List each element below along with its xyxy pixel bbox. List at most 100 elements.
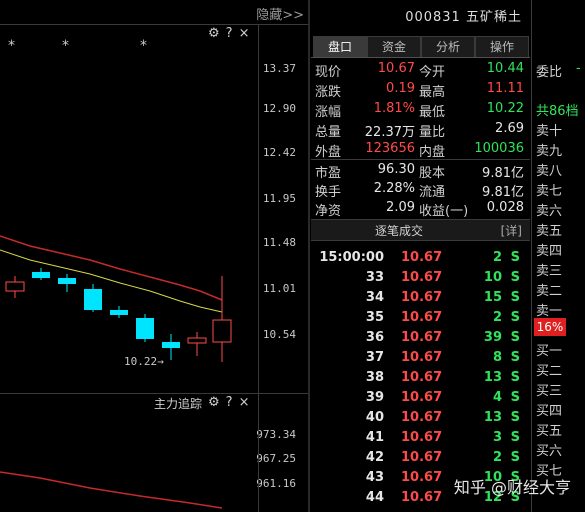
pane-divider[interactable] (308, 0, 310, 512)
trade-time: 44 (365, 490, 384, 505)
quote-row: 外盘 123656 内盘 100036 (315, 141, 524, 160)
help-icon[interactable]: ? (226, 395, 239, 410)
candle (58, 274, 76, 292)
sub-chart-title: 主力追踪 (154, 397, 203, 411)
sell-level-label: 卖十 (536, 124, 563, 139)
quote-row: 涨幅 1.81% 最低 10.22 (315, 101, 524, 120)
sub-tick: 961.16 (256, 477, 296, 490)
trade-price: 10.67 (401, 250, 443, 265)
trade-price: 10.67 (401, 330, 443, 345)
gear-icon[interactable]: ⚙ (208, 395, 226, 410)
trade-time: 43 (365, 470, 384, 485)
sell-level-label: 卖四 (536, 244, 563, 259)
price-tick: 12.90 (262, 102, 296, 115)
stock-title: 000831 五矿稀土 (405, 6, 522, 25)
price-tick: 10.54 (262, 328, 296, 341)
candle (110, 306, 128, 318)
axis-divider (258, 24, 259, 512)
trade-price: 10.67 (401, 450, 443, 465)
trade-side: S (510, 250, 520, 265)
candle (187, 332, 207, 356)
trade-price: 10.67 (401, 310, 443, 325)
quote-row: 净资 2.09 收益(一) 0.028 (315, 200, 524, 219)
trade-volume: 13 (483, 410, 502, 425)
trade-row: 35 10.67 2 S (311, 309, 530, 329)
watermark: 知乎 @财经大亨 (453, 478, 571, 497)
sub-chart-canvas[interactable] (0, 470, 258, 512)
panel-divider (0, 393, 310, 394)
sub-chart-tools[interactable]: ⚙?× (208, 395, 255, 410)
kline-chart-pane[interactable]: 隐藏>> * * * ⚙?× 13.37 12.90 12.42 11.95 1… (0, 0, 310, 512)
candle (212, 276, 232, 362)
quote-row: 现价 10.67 今开 10.44 (315, 61, 524, 80)
buy-level-label: 买三 (536, 384, 563, 399)
trade-price: 10.67 (401, 410, 443, 425)
tabs-underline (311, 57, 530, 58)
separator (311, 159, 530, 160)
sub-tick: 973.34 (256, 428, 296, 441)
price-tick: 11.01 (262, 282, 296, 295)
trade-price: 10.67 (401, 270, 443, 285)
weibi-label: 委比 (536, 65, 563, 80)
tab-zijin[interactable]: 资金 (367, 36, 421, 57)
quote-row: 涨跌 0.19 最高 11.11 (315, 81, 524, 100)
trade-side: S (510, 270, 520, 285)
candle (136, 314, 154, 342)
trade-volume: 2 (492, 310, 502, 325)
trade-time: 37 (365, 350, 384, 365)
sell-level-label: 卖六 (536, 204, 563, 219)
sell-level-label: 卖五 (536, 224, 563, 239)
trade-price: 10.67 (401, 430, 443, 445)
trade-time: 15:00:00 (319, 250, 384, 265)
candle (84, 284, 102, 312)
trade-time: 35 (365, 310, 384, 325)
order-book-pane: 委比 - 共86档 卖十 卖九 卖八 卖七 卖六 卖五 卖四 卖三 卖二 卖一 买一 买二 买三 买四 买五… (531, 0, 585, 512)
trade-price: 10.67 (401, 290, 443, 305)
buy-level-label: 买一 (536, 344, 563, 359)
candle (162, 334, 180, 360)
sell-level-label: 卖二 (536, 284, 563, 299)
buy-level-label: 买五 (536, 424, 563, 439)
order-book-ratio-badge: 16% (534, 318, 566, 336)
ma-line-yellow (0, 249, 223, 313)
trade-row: 34 10.67 15 S (311, 289, 530, 309)
trade-side: S (510, 390, 520, 405)
trade-row: 41 10.67 3 S (311, 429, 530, 449)
quote-pane: 000831 五矿稀土 盘口 资金 分析 操作 现价 10.67 今开 10.4… (311, 0, 530, 512)
trade-side: S (510, 410, 520, 425)
chart-top-bar: 隐藏>> (0, 0, 310, 25)
ma-line-red (0, 235, 223, 301)
sell-level-label: 卖七 (536, 184, 563, 199)
close-icon[interactable]: × (239, 395, 256, 410)
tab-caozuo[interactable]: 操作 (475, 36, 529, 57)
sell-level-label: 卖九 (536, 144, 563, 159)
trade-time: 41 (365, 430, 384, 445)
quote-tabs: 盘口 资金 分析 操作 (311, 36, 530, 58)
trade-volume: 13 (483, 370, 502, 385)
trade-row: 38 10.67 13 S (311, 369, 530, 389)
trade-price: 10.67 (401, 350, 443, 365)
quote-row: 换手 2.28% 流通 9.81亿 (315, 181, 524, 200)
trade-volume: 2 (492, 450, 502, 465)
price-tick: 11.95 (262, 192, 296, 205)
trade-side: S (510, 370, 520, 385)
trade-side: S (510, 310, 520, 325)
hide-panel-button[interactable]: 隐藏>> (256, 4, 304, 23)
buy-level-label: 买二 (536, 364, 563, 379)
tab-pankou[interactable]: 盘口 (313, 36, 367, 57)
stock-name: 五矿稀土 (465, 10, 522, 25)
trades-detail-link[interactable]: [详] (501, 222, 522, 239)
trade-volume: 3 (492, 430, 502, 445)
trade-time: 38 (365, 370, 384, 385)
trade-volume: 4 (492, 390, 502, 405)
buy-level-label: 买六 (536, 444, 563, 459)
price-tick: 13.37 (262, 62, 296, 75)
trade-volume: 10 (483, 270, 502, 285)
trade-time: 42 (365, 450, 384, 465)
price-tick: 12.42 (262, 146, 296, 159)
trade-time: 34 (365, 290, 384, 305)
trade-volume: 2 (492, 250, 502, 265)
quote-row: 市盈 96.30 股本 9.81亿 (315, 162, 524, 181)
tab-fenxi[interactable]: 分析 (421, 36, 475, 57)
kline-canvas[interactable] (0, 24, 258, 393)
